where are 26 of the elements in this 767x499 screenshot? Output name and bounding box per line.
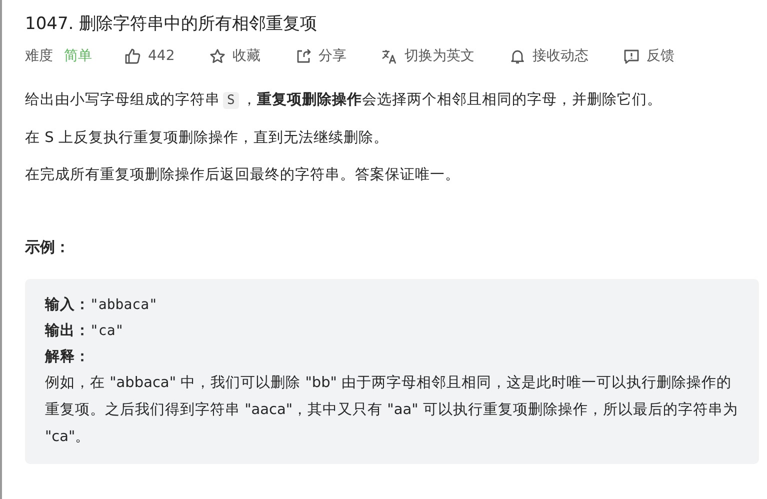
feedback-icon bbox=[622, 48, 640, 64]
difficulty-label: 难度 bbox=[25, 47, 53, 65]
like-button[interactable]: 442 bbox=[124, 48, 175, 64]
share-icon bbox=[294, 48, 312, 64]
description-paragraph: 给出由小写字母组成的字符串 S ，重复项删除操作会选择两个相邻且相同的字母，并删除它们。 bbox=[25, 90, 663, 111]
example-label: 输出： bbox=[45, 323, 90, 339]
star-icon bbox=[208, 48, 226, 64]
example-label: 输入： bbox=[45, 297, 90, 313]
bell-icon bbox=[508, 48, 526, 64]
example-label: 解释： bbox=[45, 349, 90, 365]
translate-icon bbox=[380, 48, 398, 64]
bell-button[interactable]: 接收动态 bbox=[508, 47, 589, 65]
description-paragraph: 在完成所有重复项删除操作后返回最终的字符串。答案保证唯一。 bbox=[25, 166, 461, 185]
example-value: "abbaca" bbox=[90, 297, 158, 313]
example-value: "ca" bbox=[90, 323, 124, 339]
difficulty-value: 简单 bbox=[64, 47, 92, 65]
feedback-button[interactable]: 反馈 bbox=[622, 47, 675, 65]
share-button[interactable]: 分享 bbox=[294, 47, 347, 65]
inline-code: S bbox=[223, 92, 239, 109]
thumbs-up-icon bbox=[124, 48, 141, 64]
problem-title: 1047. 删除字符串中的所有相邻重复项 bbox=[25, 13, 318, 36]
description-paragraph: 在 S 上反复执行重复项删除操作，直到无法继续删除。 bbox=[25, 129, 390, 148]
star-button[interactable]: 收藏 bbox=[208, 47, 261, 65]
translate-button[interactable]: 切换为英文 bbox=[380, 47, 475, 65]
example-heading: 示例： bbox=[25, 238, 71, 257]
explanation-text: 例如，在 "abbaca" 中，我们可以删除 "bb" 由于两字母相邻且相同，这是此时唯一可以执行删除操作的重复项。之后我们得到字符串 "aaca"，其中又只有 "aa" 可以执行重复项删除操作，所以最后的字符串为 "ca"。 bbox=[45, 374, 739, 447]
